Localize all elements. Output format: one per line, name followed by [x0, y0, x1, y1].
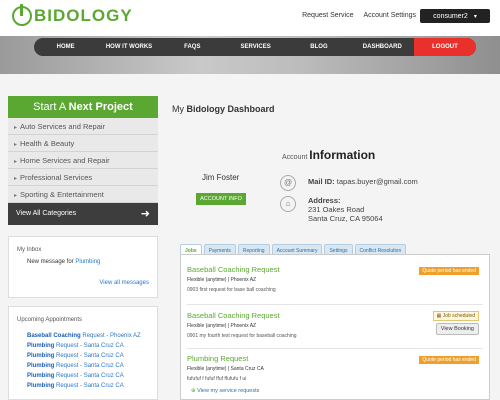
user-name: consumer2 [433, 12, 468, 20]
chevron-down-icon: ▾ [473, 13, 477, 20]
nav-how-it-works[interactable]: HOW IT WORKS [97, 38, 160, 56]
request-service-link[interactable]: Request Service [302, 12, 353, 19]
jobs-panel: Baseball Coaching Request Flexible (anyt… [180, 254, 490, 400]
address-line-2: Santa Cruz, CA 95064 [308, 214, 383, 223]
appointment-service: Plumbing [27, 353, 55, 359]
job-item: Baseball Coaching Request Flexible (anyt… [187, 265, 483, 305]
appointment-location: Request - Santa Cruz CA [54, 353, 124, 359]
account-settings-link[interactable]: Account Settings [363, 12, 416, 19]
mail-label: Mail ID: [308, 177, 335, 186]
status-badge: Quote period has ended [419, 356, 479, 364]
job-meta: Flexible (anytime) | Phoenix AZ [187, 277, 257, 283]
appointment-service: Plumbing [27, 383, 55, 389]
status-badge: Quote period has ended [419, 267, 479, 275]
page-title-bold: Bidology Dashboard [186, 104, 275, 114]
appointment-item[interactable]: Plumbing Request - Santa Cruz CA [9, 359, 157, 369]
appointment-service: Plumbing [27, 373, 55, 379]
nav-services[interactable]: SERVICES [224, 38, 287, 56]
nav-faqs[interactable]: FAQS [161, 38, 224, 56]
arrow-right-icon: ➜ [140, 208, 150, 220]
appointment-location: Request - Santa Cruz CA [54, 383, 124, 389]
appointment-service: Baseball Coaching [27, 333, 81, 339]
job-meta: Flexible (anytime) | Santa Cruz CA [187, 366, 264, 372]
mail-value: tapas.buyer@gmail.com [336, 177, 418, 186]
mail-id: Mail ID: tapas.buyer@gmail.com [308, 177, 418, 186]
inbox-panel: My Inbox New message for Plumbing View a… [8, 236, 158, 298]
address-label: Address: [308, 196, 341, 205]
inbox-message-link[interactable]: Plumbing [75, 259, 100, 265]
start-project-bold: Next Project [68, 101, 133, 113]
view-booking-button[interactable]: View Booking [435, 323, 479, 335]
category-item[interactable]: Health & Beauty [8, 135, 158, 152]
top-bar: BIDOLOGY Request Service Account Setting… [0, 0, 500, 36]
category-item[interactable]: Home Services and Repair [8, 152, 158, 169]
job-description: 0903 first request for base ball coachin… [187, 287, 276, 293]
page-title-prefix: My [172, 104, 187, 114]
nav-dashboard[interactable]: DASHBOARD [351, 38, 414, 56]
mail-icon: @ [280, 175, 296, 191]
inbox-message: New message for Plumbing [9, 253, 157, 265]
appointment-location: Request - Santa Cruz CA [54, 343, 124, 349]
user-menu-button[interactable]: consumer2 ▾ [420, 9, 490, 23]
account-info-heading-bold: Information [309, 148, 376, 162]
appointment-service: Plumbing [27, 343, 55, 349]
inbox-message-text: New message for [27, 259, 76, 265]
project-sidebar: Start A Next Project Auto Services and R… [8, 96, 158, 225]
appointment-item[interactable]: Plumbing Request - Santa Cruz CA [9, 379, 157, 389]
appointment-location: Request - Santa Cruz CA [54, 373, 124, 379]
appointment-item[interactable]: Plumbing Request - Santa Cruz CA [9, 339, 157, 349]
appointment-item[interactable]: Baseball Coaching Request - Phoenix AZ [9, 329, 157, 339]
logo[interactable]: BIDOLOGY [12, 4, 133, 26]
plus-icon: ⊕ [191, 388, 196, 394]
appointments-title: Upcoming Appointments [17, 317, 83, 323]
view-service-requests-label: View my service requests [197, 388, 260, 394]
account-info-heading: Account Information [282, 148, 375, 162]
user-full-name: Jim Foster [202, 173, 240, 182]
page-title: My Bidology Dashboard [172, 104, 275, 114]
category-item[interactable]: Auto Services and Repair [8, 118, 158, 135]
appointment-item[interactable]: Plumbing Request - Santa Cruz CA [9, 369, 157, 379]
appointment-item[interactable]: Plumbing Request - Santa Cruz CA [9, 349, 157, 359]
view-all-categories-button[interactable]: View All Categories ➜ [8, 203, 158, 225]
job-description: fufufuf f fufuf ffuf ffufufu f ui [187, 376, 247, 382]
appointments-panel: Upcoming Appointments Baseball Coaching … [8, 306, 158, 400]
appointment-service: Plumbing [27, 363, 55, 369]
job-item: Plumbing Request Flexible (anytime) | Sa… [187, 354, 483, 388]
logo-icon [12, 4, 32, 26]
view-service-requests-link[interactable]: ⊕ View my service requests [191, 388, 259, 394]
account-info-heading-prefix: Account [282, 154, 310, 161]
inbox-title: My Inbox [17, 247, 42, 253]
job-item: Baseball Coaching Request Flexible (anyt… [187, 311, 483, 349]
nav-home[interactable]: HOME [34, 38, 97, 56]
appointment-location: Request - Santa Cruz CA [54, 363, 124, 369]
account-info-button[interactable]: ACCOUNT INFO [196, 193, 246, 205]
nav-blog[interactable]: BLOG [287, 38, 350, 56]
logo-text: BIDOLOGY [34, 6, 133, 25]
start-project-header[interactable]: Start A Next Project [8, 96, 158, 118]
category-item[interactable]: Professional Services [8, 169, 158, 186]
top-links: Request Service Account Settings [302, 12, 416, 19]
start-project-prefix: Start A [33, 101, 69, 113]
main-nav: HOME HOW IT WORKS FAQS SERVICES BLOG DAS… [34, 38, 476, 56]
category-item[interactable]: Sporting & Entertainment [8, 186, 158, 203]
address: Address: 231 Oakes Road Santa Cruz, CA 9… [308, 196, 383, 223]
location-icon: ⌂ [280, 196, 296, 212]
view-all-messages-link[interactable]: View all messages [99, 280, 149, 286]
address-line-1: 231 Oakes Road [308, 205, 365, 214]
appointment-location: Request - Phoenix AZ [80, 333, 141, 339]
status-badge: ▦ Job scheduled [432, 311, 479, 321]
view-all-categories-label: View All Categories [16, 210, 77, 217]
status-badge-label: Job scheduled [442, 313, 475, 319]
logout-button[interactable]: LOGOUT [413, 38, 476, 56]
